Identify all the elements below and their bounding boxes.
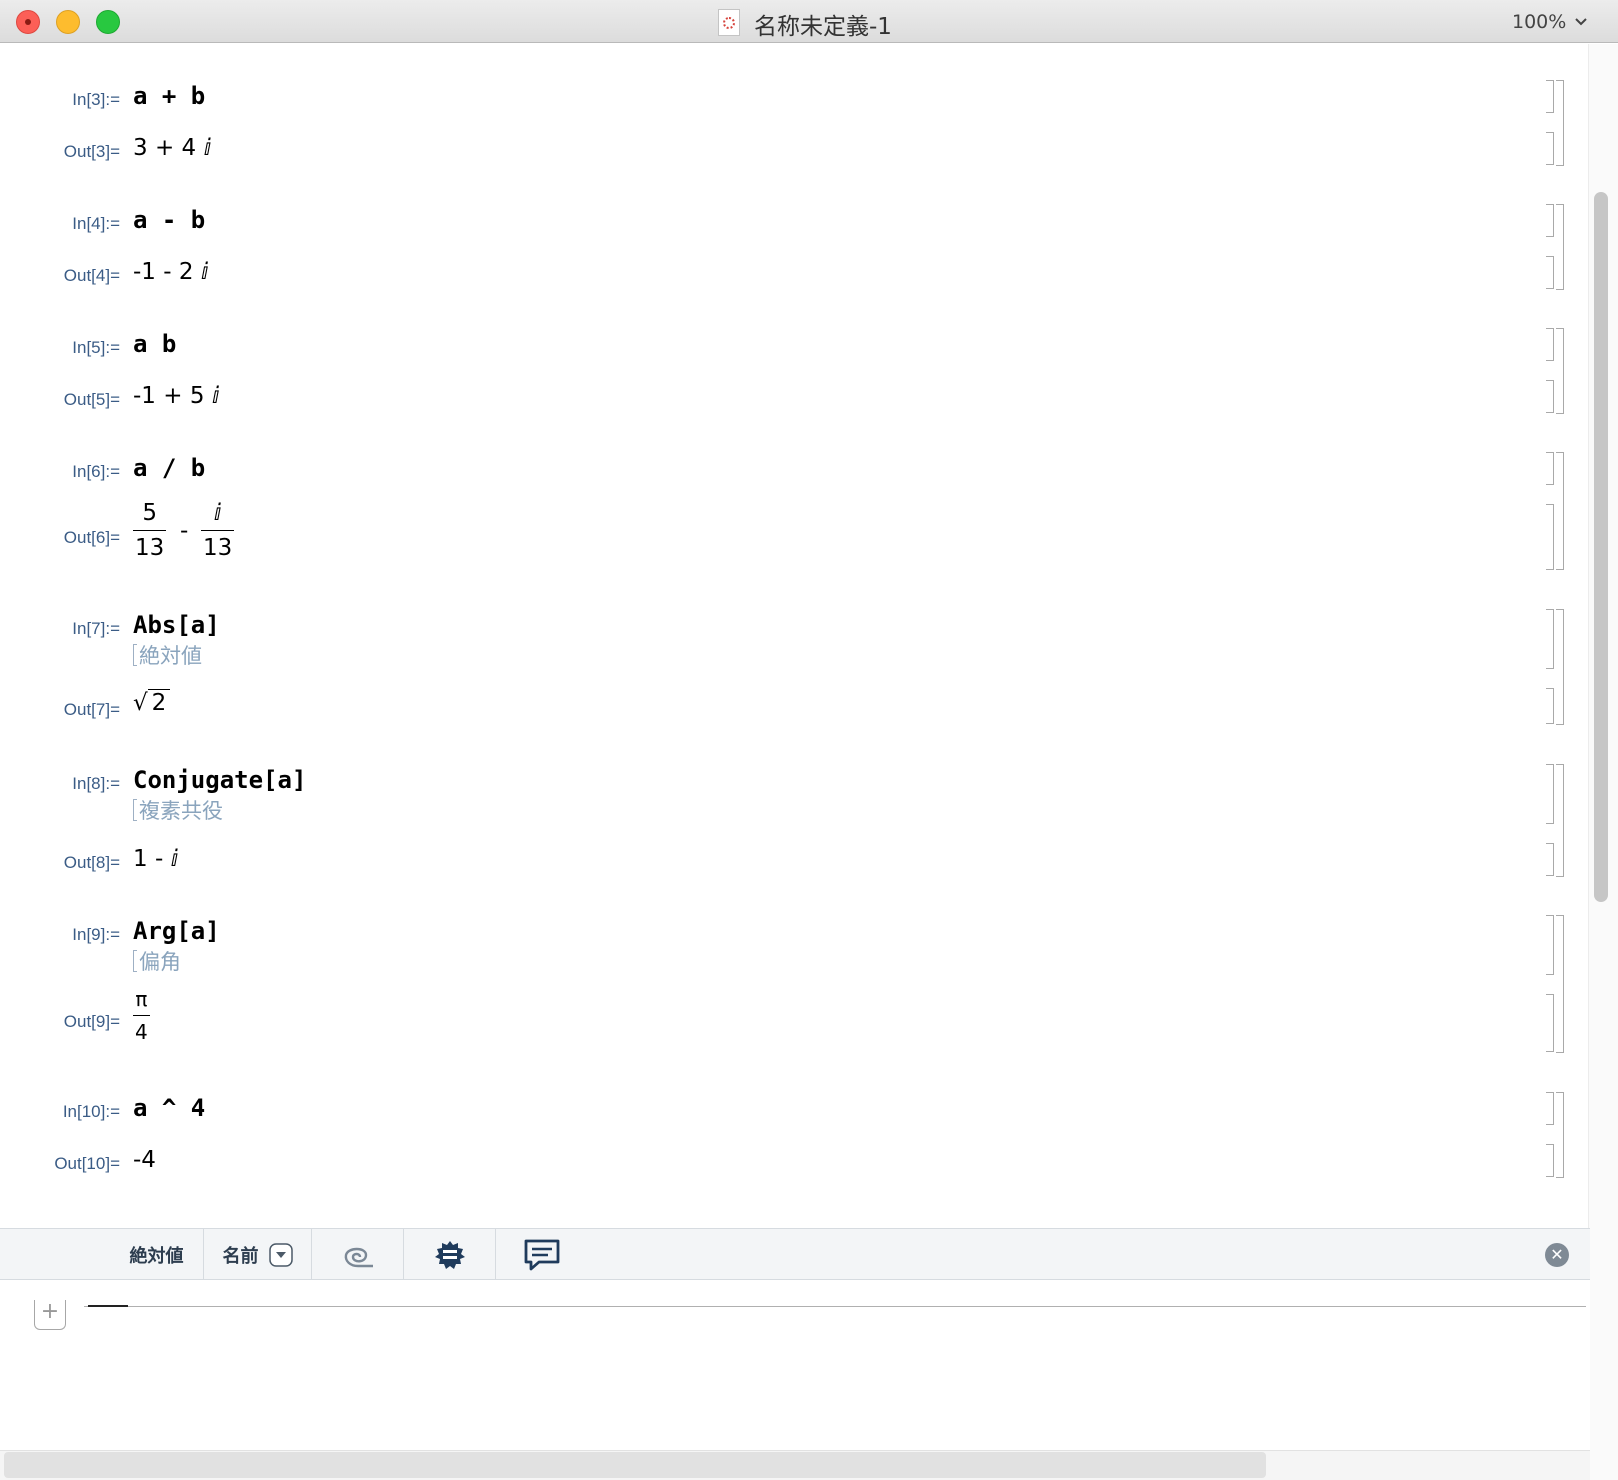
input-cell[interactable]: a b: [133, 330, 176, 358]
fraction-denominator: 13: [133, 530, 167, 561]
chevron-down-icon: [1575, 18, 1588, 26]
in-label: In[7]:=: [72, 619, 120, 638]
input-cell[interactable]: a + b: [133, 82, 205, 110]
dropdown-arrow-icon: [268, 1242, 293, 1267]
input-cell[interactable]: Abs[a]: [133, 611, 220, 639]
out-label: Out[8]=: [63, 853, 120, 872]
cell-bracket[interactable]: [1546, 994, 1554, 1052]
in-label: In[5]:=: [72, 338, 120, 357]
group-bracket[interactable]: [1556, 452, 1564, 570]
function-name-label: 絶対値: [129, 1245, 184, 1267]
cell-bracket[interactable]: [1546, 504, 1554, 570]
window-title: 名称未定義-1: [754, 14, 892, 40]
new-cell-area[interactable]: +: [0, 1280, 1590, 1450]
cell-bracket[interactable]: [1546, 256, 1554, 289]
cell-bracket[interactable]: [1546, 764, 1554, 824]
in-label: In[6]:=: [72, 462, 120, 481]
output-cell: 1 - ⅈ: [133, 846, 179, 872]
input-cell[interactable]: Arg[a]: [133, 917, 220, 945]
in-label: In[10]:=: [62, 1102, 120, 1121]
function-name-button[interactable]: 絶対値: [110, 1229, 204, 1280]
maximize-window-button[interactable]: [96, 10, 120, 34]
group-bracket[interactable]: [1556, 204, 1564, 290]
input-cell[interactable]: a / b: [133, 454, 205, 482]
group-bracket[interactable]: [1556, 609, 1564, 725]
fraction-numerator: π: [135, 987, 148, 1011]
name-dropdown-label: 名前: [222, 1245, 259, 1267]
fraction-numerator: 5: [142, 500, 157, 526]
radicand: 2: [147, 689, 171, 716]
input-cell[interactable]: a - b: [133, 206, 205, 234]
add-cell-icon[interactable]: +: [34, 1300, 66, 1330]
spiral-icon: [344, 1247, 373, 1267]
horizontal-scrollbar-thumb[interactable]: [4, 1452, 1266, 1478]
cell-bracket[interactable]: [1546, 328, 1554, 361]
cell-bracket[interactable]: [1546, 688, 1554, 724]
out-label: Out[5]=: [63, 390, 120, 409]
group-bracket[interactable]: [1556, 764, 1564, 877]
cell-bracket[interactable]: [1546, 609, 1554, 669]
out-label: Out[4]=: [63, 266, 120, 285]
out-label: Out[10]=: [54, 1154, 120, 1173]
cell-bracket[interactable]: [1546, 452, 1554, 485]
autocomplete-hint[interactable]: 偏角: [133, 946, 181, 976]
group-bracket[interactable]: [1556, 80, 1564, 166]
comment-icon: [524, 1239, 560, 1270]
title-bar: 名称未定義-1 100%: [0, 0, 1618, 43]
out-label: Out[6]=: [63, 528, 120, 547]
minimize-window-button[interactable]: [56, 10, 80, 34]
cell-bracket[interactable]: [1546, 843, 1554, 876]
out-label: Out[3]=: [63, 142, 120, 161]
out-label: Out[7]=: [63, 700, 120, 719]
cell-bracket[interactable]: [1546, 204, 1554, 237]
cell-bracket[interactable]: [1546, 132, 1554, 165]
autocomplete-hint[interactable]: 絶対値: [133, 640, 202, 670]
output-sqrt: √ 2: [133, 689, 171, 716]
group-bracket[interactable]: [1556, 915, 1564, 1053]
sqrt-icon: √: [133, 690, 148, 716]
in-label: In[4]:=: [72, 214, 120, 233]
scroll-corner: [1590, 1228, 1618, 1480]
cell-insertion-line: [84, 1306, 1586, 1307]
output-cell: -4: [133, 1147, 156, 1173]
output-cell: -1 - 2 ⅈ: [133, 259, 209, 285]
cell-bracket[interactable]: [1546, 1144, 1554, 1177]
group-bracket[interactable]: [1556, 328, 1564, 414]
cell-bracket[interactable]: [1546, 80, 1554, 113]
fraction-numerator: ⅈ: [213, 500, 222, 526]
gear-button[interactable]: [404, 1229, 496, 1280]
document-icon: [718, 9, 740, 36]
output-cell: 3 + 4 ⅈ: [133, 135, 212, 161]
close-window-button[interactable]: [16, 10, 40, 34]
fraction-denominator: 13: [201, 530, 235, 561]
in-label: In[3]:=: [72, 90, 120, 109]
name-dropdown[interactable]: 名前: [204, 1229, 312, 1280]
gear-icon: [434, 1240, 465, 1269]
comment-button[interactable]: [496, 1229, 588, 1280]
output-cell: -1 + 5 ⅈ: [133, 383, 220, 409]
zoom-level: 100%: [1512, 11, 1567, 33]
cell-bracket[interactable]: [1546, 915, 1554, 975]
output-fraction: π 4: [133, 987, 150, 1044]
cursor-line: [88, 1305, 128, 1307]
output-fraction-imag: ⅈ 13: [201, 500, 235, 561]
fraction-denominator: 4: [133, 1015, 150, 1044]
in-label: In[9]:=: [72, 925, 120, 944]
cell-bracket[interactable]: [1546, 380, 1554, 413]
spiral-button[interactable]: [312, 1229, 404, 1280]
output-operator: -: [180, 518, 189, 544]
zoom-menu[interactable]: 100%: [1512, 11, 1588, 33]
cell-bracket[interactable]: [1546, 1092, 1554, 1125]
autocomplete-hint[interactable]: 複素共役: [133, 795, 223, 825]
input-cell[interactable]: Conjugate[a]: [133, 766, 306, 794]
notebook-area[interactable]: In[3]:= a + b Out[3]= 3 + 4 ⅈ In[4]:= a …: [0, 44, 1590, 1228]
input-cell[interactable]: a ^ 4: [133, 1094, 205, 1122]
out-label: Out[9]=: [63, 1012, 120, 1031]
group-bracket[interactable]: [1556, 1092, 1564, 1178]
close-bar-icon[interactable]: ✕: [1545, 1243, 1569, 1267]
vertical-scrollbar-thumb[interactable]: [1594, 192, 1608, 902]
suggestions-bar: 絶対値 名前 ✕: [0, 1228, 1618, 1280]
output-fraction-real: 5 13: [133, 500, 167, 561]
in-label: In[8]:=: [72, 774, 120, 793]
